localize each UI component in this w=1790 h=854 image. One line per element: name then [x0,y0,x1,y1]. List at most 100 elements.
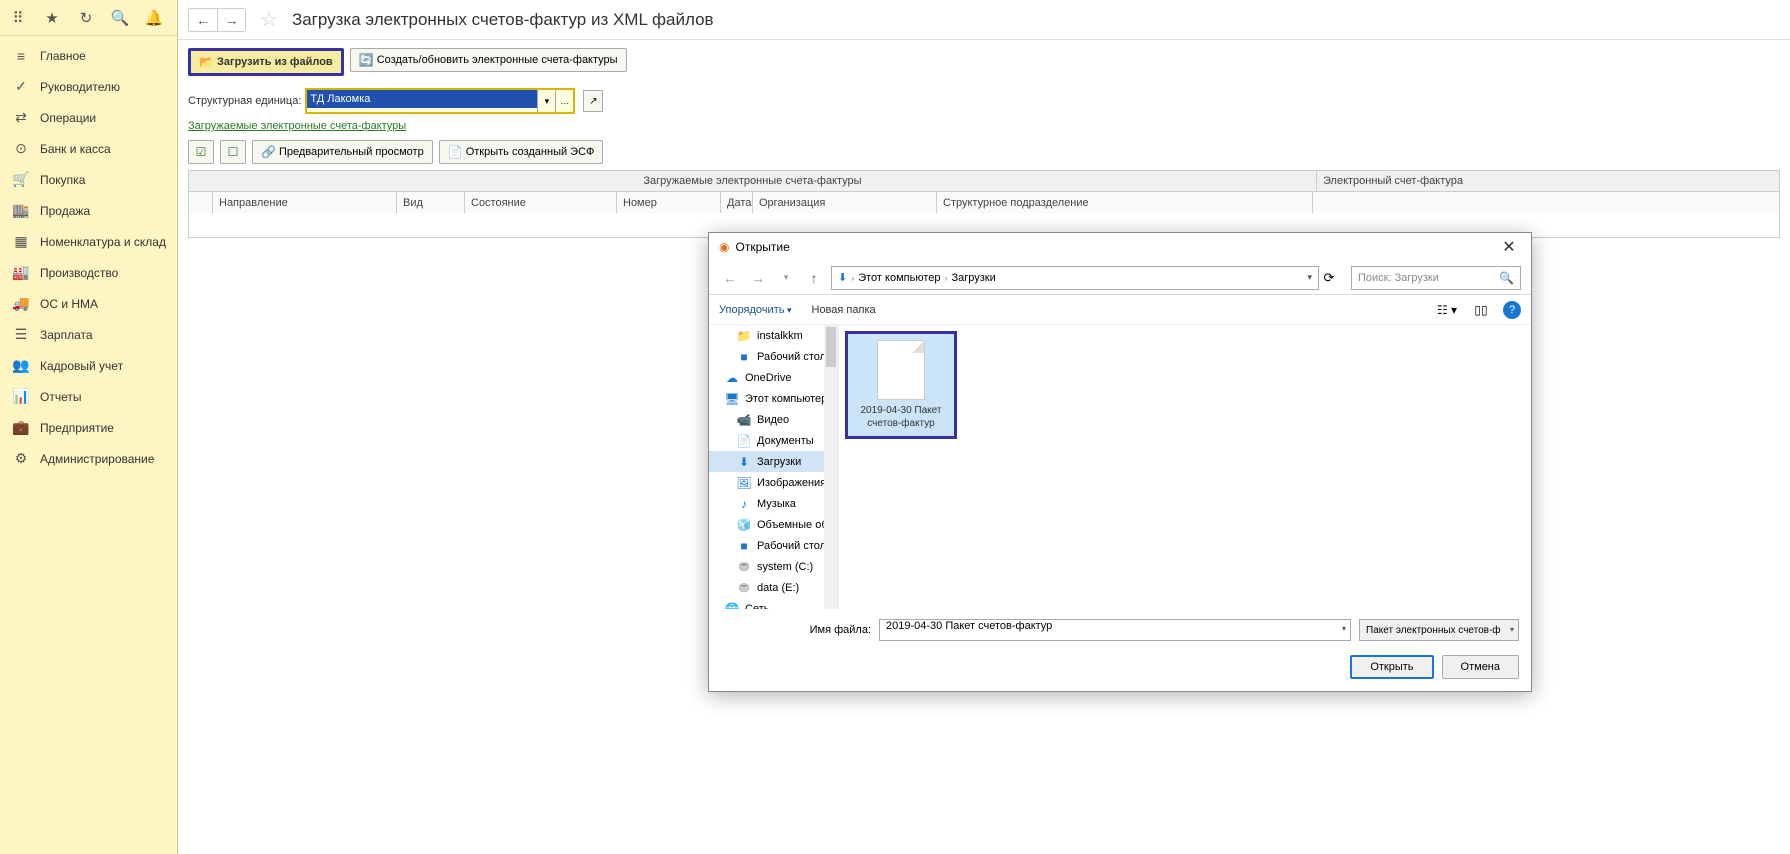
path-dropdown-button[interactable]: ▾ [1307,272,1312,283]
sidebar: ⠿ ★ ↻ 🔍 🔔 ≡Главное✓Руководителю⇄Операции… [0,0,178,854]
close-button[interactable]: ✕ [1489,233,1529,261]
tree-item-3[interactable]: 🖥Этот компьютер [709,388,838,409]
back-button[interactable]: ← [189,9,217,31]
sidebar-item-0[interactable]: ≡Главное [0,40,177,71]
tree-item-10[interactable]: ■Рабочий стол [709,535,838,556]
tree-item-8[interactable]: ♪Музыка [709,493,838,514]
tree-item-13[interactable]: 🌐Сеть [709,598,838,609]
col-esf[interactable] [1313,192,1779,213]
preview-pane-button[interactable]: ▯▯ [1469,300,1493,320]
sidebar-icon: ⇄ [12,109,30,127]
sidebar-item-11[interactable]: 📊Отчеты [0,381,177,412]
dialog-body: 📁instalkkm■Рабочий стол☁OneDrive🖥Этот ко… [709,325,1531,609]
organize-button[interactable]: Упорядочить [719,304,792,316]
col-check[interactable] [189,192,213,213]
tree-item-11[interactable]: ⛃system (C:) [709,556,838,577]
tree-item-5[interactable]: 📄Документы [709,430,838,451]
filename-input[interactable]: 2019-04-30 Пакет счетов-фактур ▾ [879,619,1351,641]
col-date[interactable]: Дата [721,192,753,213]
sidebar-icon: ≡ [12,47,30,65]
tree-label: Рабочий стол [757,351,826,363]
col-subdiv[interactable]: Структурное подразделение [937,192,1313,213]
nav-forward-button[interactable]: → [747,267,769,289]
sidebar-item-5[interactable]: 🏬Продажа [0,195,177,226]
bell-icon[interactable]: 🔔 [146,10,162,26]
deselect-all-button[interactable]: ☐ [220,140,246,164]
tree-item-2[interactable]: ☁OneDrive [709,367,838,388]
preview-button[interactable]: 🔗 Предварительный просмотр [252,140,433,164]
col-org[interactable]: Организация [753,192,937,213]
refresh-icon: 🔄 [359,53,373,67]
star-icon[interactable]: ★ [44,10,60,26]
sidebar-item-9[interactable]: ☰Зарплата [0,319,177,350]
struct-input[interactable] [307,90,537,108]
col-direction[interactable]: Направление [213,192,397,213]
sidebar-item-12[interactable]: 💼Предприятие [0,412,177,443]
col-state[interactable]: Состояние [465,192,617,213]
scrollbar[interactable] [824,325,838,609]
select-all-button[interactable]: ☑ [188,140,214,164]
forward-button[interactable]: → [217,9,245,31]
struct-dropdown-button[interactable]: ▾ [537,90,555,112]
open-button[interactable]: Открыть [1350,655,1433,679]
tree-item-1[interactable]: ■Рабочий стол [709,346,838,367]
tree-item-0[interactable]: 📁instalkkm [709,325,838,346]
tree-icon: ⬇ [737,455,751,469]
nav-back-button[interactable]: ← [719,267,741,289]
tree-item-6[interactable]: ⬇Загрузки [709,451,838,472]
search-input[interactable]: Поиск: Загрузки 🔍 [1351,266,1521,290]
path-root[interactable]: Этот компьютер [858,272,940,284]
path-folder[interactable]: Загрузки [951,272,995,284]
section-title[interactable]: Загружаемые электронные счета-фактуры [178,118,1790,134]
sidebar-item-10[interactable]: 👥Кадровый учет [0,350,177,381]
dialog-footer: Имя файла: 2019-04-30 Пакет счетов-факту… [709,609,1531,651]
folder-tree: 📁instalkkm■Рабочий стол☁OneDrive🖥Этот ко… [709,325,839,609]
page-header: ← → ☆ Загрузка электронных счетов-фактур… [178,0,1790,40]
nav-history-button[interactable]: ▾ [775,267,797,289]
chevron-down-icon[interactable]: ▾ [1342,624,1346,633]
struct-more-button[interactable]: … [555,90,573,112]
chevron-down-icon[interactable]: ▾ [1510,625,1514,634]
tree-label: Видео [757,414,789,426]
button-label: Предварительный просмотр [279,146,424,158]
tree-label: Документы [757,435,814,447]
favorite-icon[interactable]: ☆ [260,7,278,32]
view-mode-button[interactable]: ☷ ▾ [1435,300,1459,320]
path-bar[interactable]: ⬇ › Этот компьютер › Загрузки ▾ ⟳ [831,266,1319,290]
cancel-button[interactable]: Отмена [1442,655,1519,679]
refresh-button[interactable]: ⟳ [1318,266,1340,290]
file-item[interactable]: 2019-04-30 Пакет счетов-фактур [845,331,957,439]
col-type[interactable]: Вид [397,192,465,213]
history-icon[interactable]: ↻ [78,10,94,26]
nav-up-button[interactable]: ↑ [803,267,825,289]
sidebar-item-4[interactable]: 🛒Покупка [0,164,177,195]
tree-item-9[interactable]: 🧊Объемные объ [709,514,838,535]
tree-icon: ⛃ [737,560,751,574]
create-update-button[interactable]: 🔄 Создать/обновить электронные счета-фак… [350,48,627,72]
search-icon[interactable]: 🔍 [112,10,128,26]
sidebar-item-8[interactable]: 🚚ОС и НМА [0,288,177,319]
col-number[interactable]: Номер [617,192,721,213]
tree-item-4[interactable]: 📹Видео [709,409,838,430]
app-icon: ◉ [719,240,729,254]
tree-icon: ♪ [737,497,751,511]
sidebar-item-1[interactable]: ✓Руководителю [0,71,177,102]
apps-icon[interactable]: ⠿ [10,10,26,26]
file-pane[interactable]: 2019-04-30 Пакет счетов-фактур [839,325,1531,609]
tree-item-7[interactable]: 🖼Изображения [709,472,838,493]
new-folder-button[interactable]: Новая папка [812,304,876,316]
sidebar-item-2[interactable]: ⇄Операции [0,102,177,133]
help-button[interactable]: ? [1503,301,1521,319]
open-esf-button[interactable]: 📄 Открыть созданный ЭСФ [439,140,604,164]
dialog-buttons: Открыть Отмена [709,651,1531,691]
sidebar-item-13[interactable]: ⚙Администрирование [0,443,177,474]
tree-item-12[interactable]: ⛃data (E:) [709,577,838,598]
sidebar-item-6[interactable]: ▦Номенклатура и склад [0,226,177,257]
load-from-files-button[interactable]: 📂 Загрузить из файлов [188,48,344,76]
sidebar-item-7[interactable]: 🏭Производство [0,257,177,288]
struct-open-button[interactable]: ↗ [583,90,603,112]
file-filter-select[interactable]: Пакет электронных счетов-ф ▾ [1359,619,1519,641]
search-icon: 🔍 [1499,271,1514,285]
sidebar-top-toolbar: ⠿ ★ ↻ 🔍 🔔 [0,0,177,36]
sidebar-item-3[interactable]: ⊙Банк и касса [0,133,177,164]
